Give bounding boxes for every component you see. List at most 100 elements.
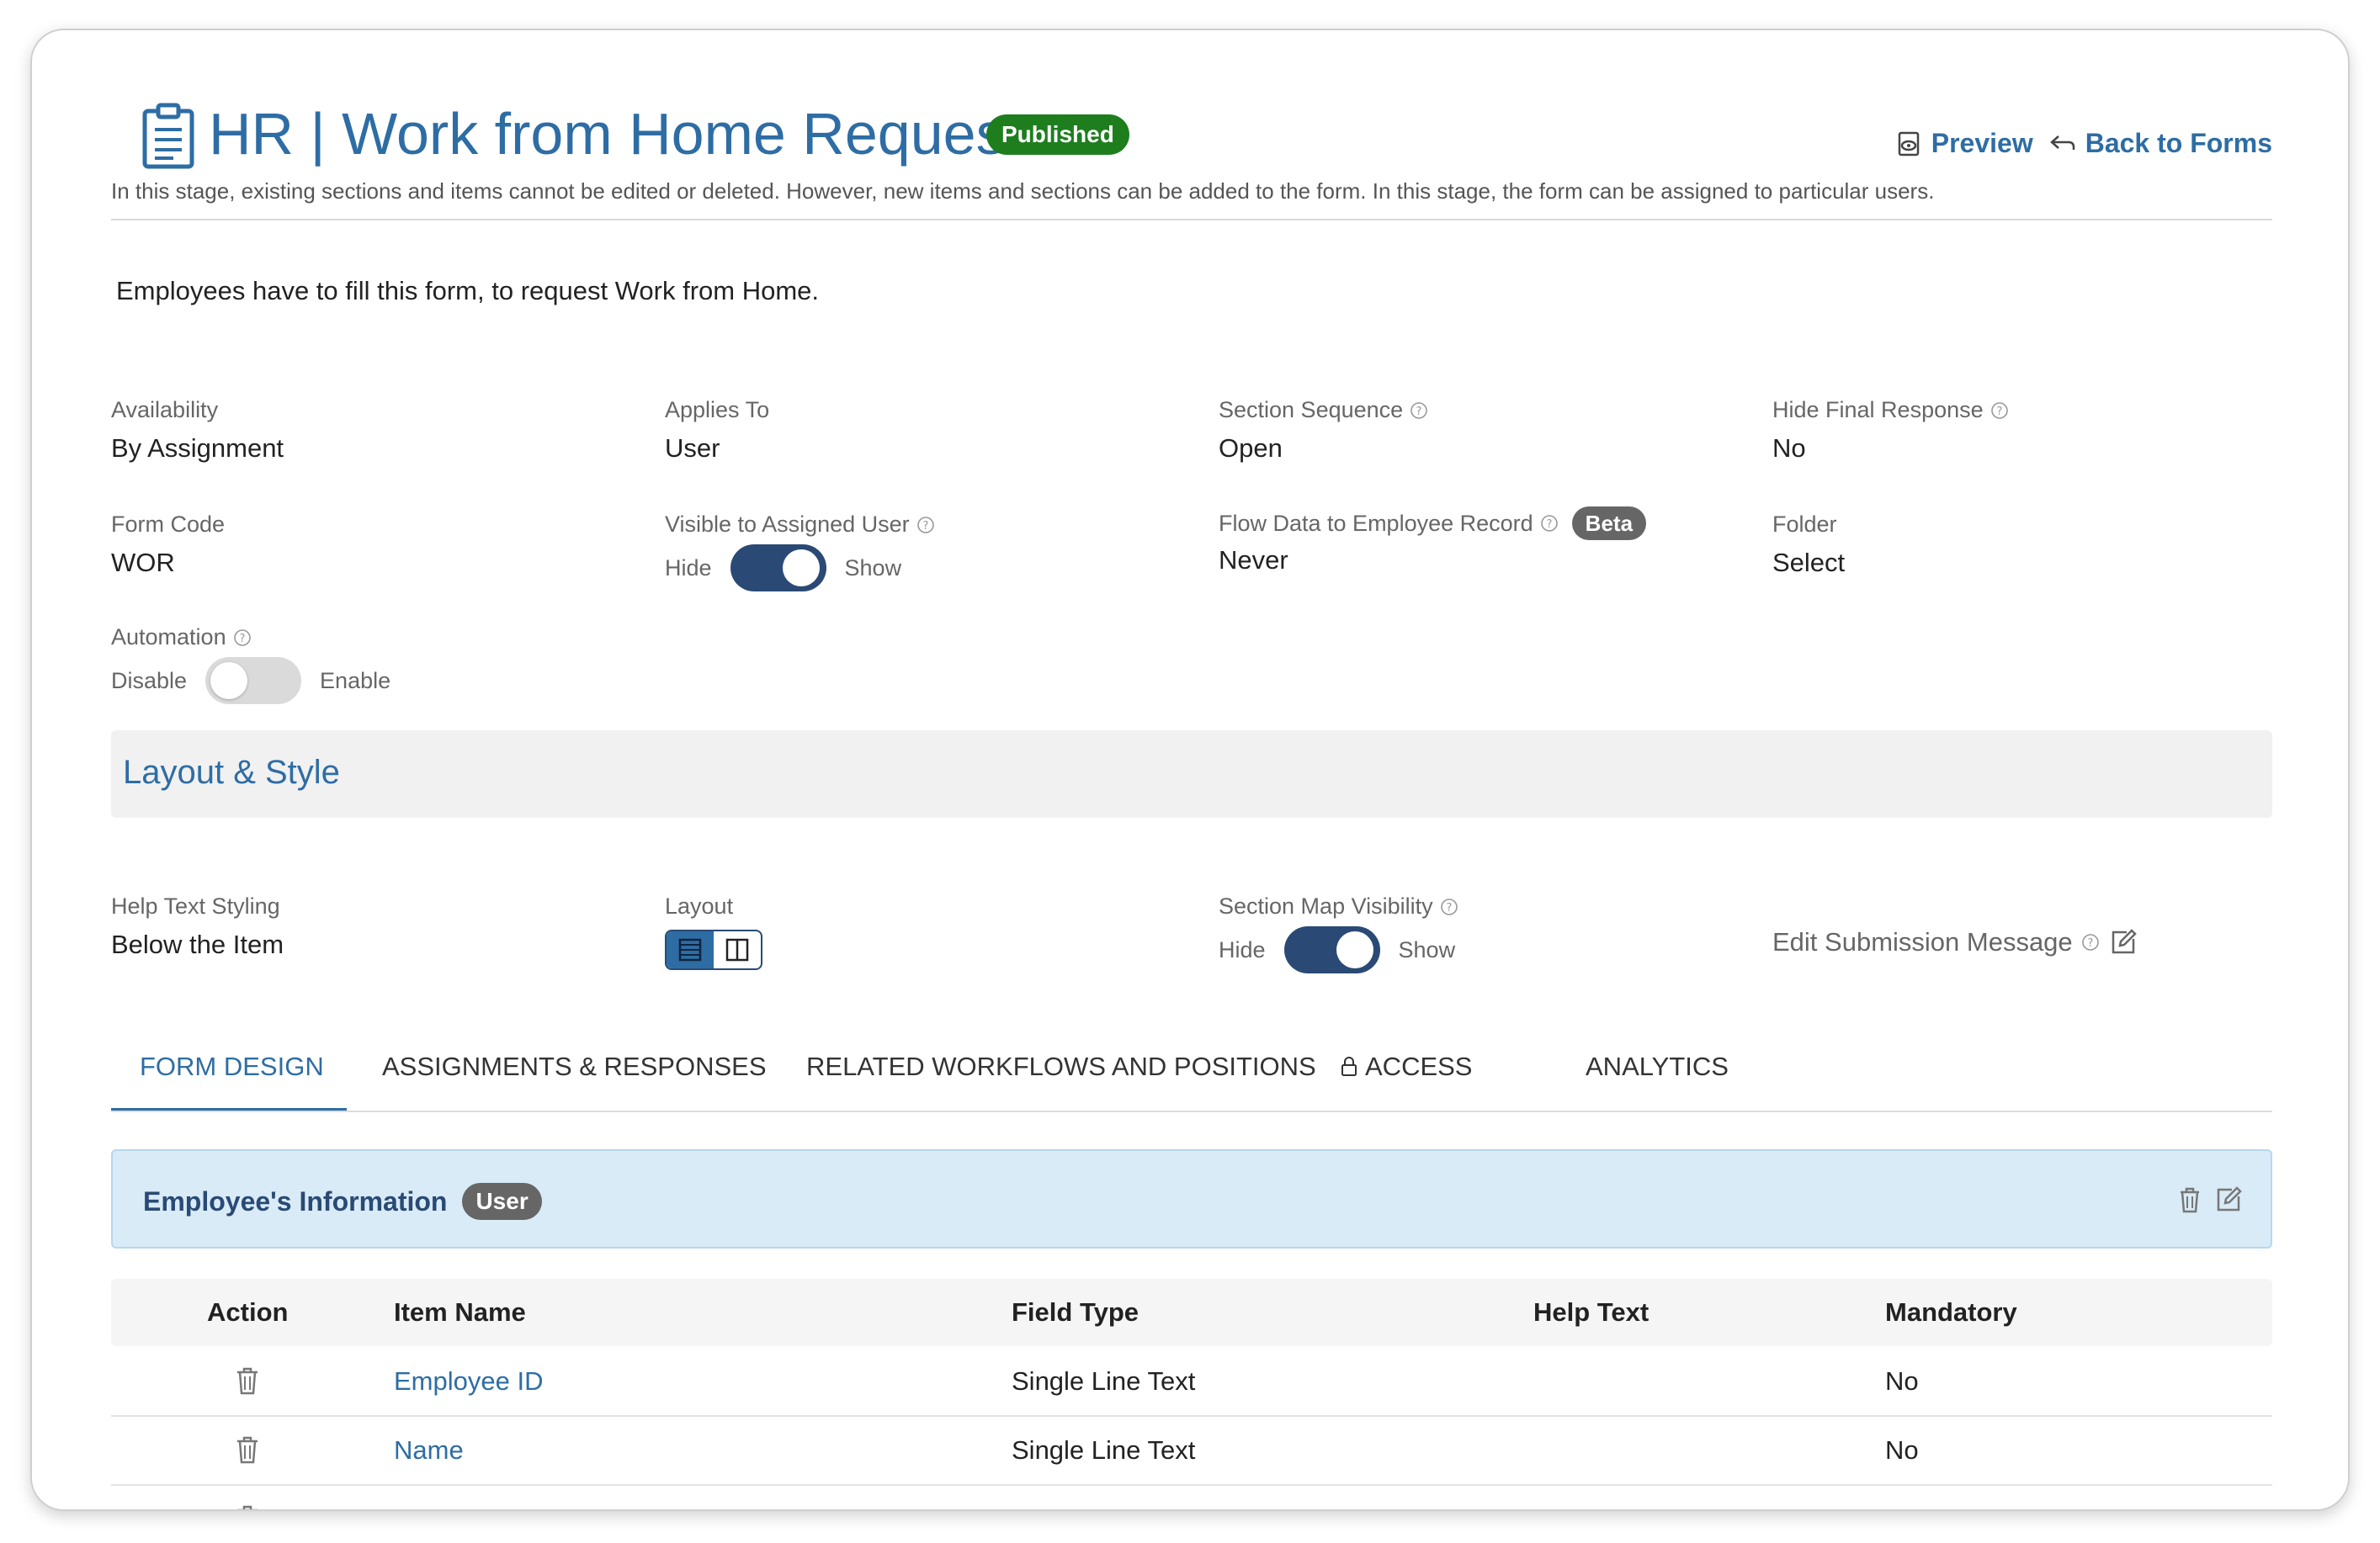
tab-access[interactable]: ACCESS: [1338, 1052, 1472, 1082]
folder-property: Folder Select: [1772, 512, 1845, 578]
column-header-help-text[interactable]: Help Text: [1533, 1297, 1649, 1328]
toggle-on-label: Show: [1398, 936, 1456, 962]
folder-value[interactable]: Select: [1772, 548, 1845, 578]
toggle-on-label: Enable: [320, 667, 391, 693]
back-to-forms-label: Back to Forms: [2085, 128, 2272, 158]
column-header-field-type[interactable]: Field Type: [1012, 1297, 1139, 1328]
section-sequence-value[interactable]: Open: [1219, 433, 1428, 464]
help-icon[interactable]: ?: [2081, 933, 2100, 952]
svg-text:?: ?: [1996, 406, 2002, 418]
lock-icon: [1341, 1057, 1357, 1076]
toggle-knob: [1336, 931, 1373, 968]
back-to-forms-link[interactable]: Back to Forms: [2048, 128, 2272, 159]
trash-icon[interactable]: [232, 1434, 263, 1466]
trash-icon[interactable]: [232, 1365, 263, 1397]
layout-property: Layout: [665, 893, 762, 970]
hide-final-response-label-row: Hide Final Response ?: [1772, 397, 2009, 423]
flow-data-label-row: Flow Data to Employee Record ? Beta: [1219, 506, 1647, 540]
beta-badge: Beta: [1571, 506, 1647, 540]
visible-to-assigned-user-label-row: Visible to Assigned User ?: [665, 512, 935, 538]
help-icon[interactable]: ?: [233, 628, 252, 647]
svg-text:?: ?: [1416, 406, 1422, 418]
visible-to-assigned-user-label: Visible to Assigned User: [665, 512, 910, 537]
single-column-layout-button[interactable]: [667, 931, 714, 968]
columns-layout-icon: [725, 938, 749, 962]
svg-text:?: ?: [2087, 937, 2093, 950]
column-header-mandatory[interactable]: Mandatory: [1885, 1297, 2017, 1328]
column-header-item-name[interactable]: Item Name: [394, 1297, 526, 1328]
top-links: Preview Back to Forms: [1894, 128, 2272, 159]
stage-note: In this stage, existing sections and ite…: [111, 178, 1935, 204]
status-badge: Published: [986, 114, 1129, 155]
section-sequence-property: Section Sequence ? Open: [1219, 397, 1428, 464]
help-icon[interactable]: ?: [916, 516, 935, 534]
form-description: Employees have to fill this form, to req…: [116, 276, 820, 305]
help-text-styling-value[interactable]: Below the Item: [111, 930, 284, 960]
section-title-row: Employee's Information User: [143, 1183, 542, 1220]
header-divider: [111, 219, 2272, 220]
availability-value[interactable]: By Assignment: [111, 433, 284, 464]
trash-icon[interactable]: [2175, 1185, 2205, 1215]
flow-data-property: Flow Data to Employee Record ? Beta Neve…: [1219, 506, 1647, 575]
preview-label: Preview: [1931, 128, 2033, 158]
section-header[interactable]: Employee's Information User: [111, 1149, 2272, 1249]
edit-submission-message-button[interactable]: Edit Submission Message ?: [1772, 927, 2138, 957]
hide-final-response-property: Hide Final Response ? No: [1772, 397, 2009, 464]
svg-text:?: ?: [1546, 518, 1552, 531]
hide-final-response-value[interactable]: No: [1772, 433, 2009, 464]
form-code-value[interactable]: WOR: [111, 548, 225, 578]
help-icon[interactable]: ?: [1540, 514, 1559, 533]
help-icon[interactable]: ?: [1410, 401, 1428, 420]
help-icon[interactable]: ?: [1990, 401, 2009, 420]
section-map-visibility-label: Section Map Visibility: [1219, 893, 1433, 919]
clipboard-icon: [142, 103, 194, 169]
toggle-on-label: Show: [844, 554, 902, 581]
edit-icon[interactable]: [2213, 1185, 2244, 1215]
help-text-styling-label: Help Text Styling: [111, 893, 280, 919]
automation-toggle-row: Disable Enable: [111, 657, 390, 704]
help-icon[interactable]: ?: [1440, 898, 1458, 916]
layout-label: Layout: [665, 893, 734, 919]
preview-link[interactable]: Preview: [1894, 128, 2033, 159]
section-map-visibility-toggle[interactable]: [1283, 926, 1380, 973]
tab-divider: [111, 1111, 2272, 1112]
availability-label: Availability: [111, 397, 219, 422]
visible-to-assigned-user-toggle[interactable]: [730, 544, 826, 591]
trash-icon[interactable]: [232, 1503, 263, 1511]
tab-related-workflows[interactable]: RELATED WORKFLOWS AND POSITIONS: [806, 1052, 1316, 1082]
applies-to-value[interactable]: User: [665, 433, 769, 464]
section-map-visibility-toggle-row: Hide Show: [1219, 926, 1458, 973]
tab-assignments-responses[interactable]: ASSIGNMENTS & RESPONSES: [382, 1052, 767, 1082]
toggle-knob: [782, 549, 820, 586]
applies-to-label: Applies To: [665, 397, 770, 422]
visible-to-assigned-user-property: Visible to Assigned User ? Hide Show: [665, 512, 935, 591]
mandatory-cell: Yes: [1885, 1504, 1928, 1509]
section-sequence-label-row: Section Sequence ?: [1219, 397, 1428, 423]
automation-label: Automation: [111, 624, 226, 650]
tab-form-design[interactable]: FORM DESIGN: [140, 1052, 324, 1082]
item-name-link[interactable]: Employee ID: [394, 1366, 543, 1397]
tab-bar: FORM DESIGN ASSIGNMENTS & RESPONSES RELA…: [111, 1020, 2272, 1112]
item-name-link[interactable]: Name: [394, 1435, 464, 1466]
automation-toggle[interactable]: [205, 657, 302, 704]
preview-icon: [1898, 131, 1919, 156]
toggle-knob: [210, 662, 248, 699]
mandatory-cell: No: [1885, 1435, 1919, 1465]
list-layout-icon: [678, 938, 702, 962]
two-column-layout-button[interactable]: [714, 931, 761, 968]
visible-to-assigned-user-toggle-row: Hide Show: [665, 544, 935, 591]
layout-style-title: Layout & Style: [123, 754, 340, 791]
item-name-link[interactable]: Start Date of WFH: [394, 1504, 607, 1509]
tab-analytics[interactable]: ANALYTICS: [1586, 1052, 1729, 1082]
flow-data-value[interactable]: Never: [1219, 545, 1646, 575]
layout-switch: [665, 930, 762, 970]
form-code-property: Form Code WOR: [111, 512, 225, 578]
section-map-visibility-label-row: Section Map Visibility ?: [1219, 893, 1458, 920]
form-code-label: Form Code: [111, 512, 226, 537]
form-detail-card: HR | Work from Home Request Published Pr…: [30, 29, 2350, 1511]
automation-label-row: Automation ?: [111, 624, 390, 650]
mandatory-cell: No: [1885, 1366, 1919, 1396]
edit-icon[interactable]: [2108, 927, 2138, 957]
field-type-cell: Single Line Text: [1012, 1504, 1195, 1509]
availability-property: Availability By Assignment: [111, 397, 284, 464]
